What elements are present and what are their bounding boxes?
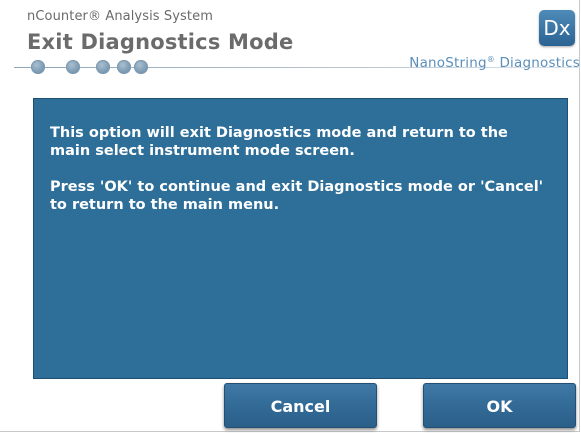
- cancel-button[interactable]: Cancel: [224, 383, 377, 428]
- progress-step-3: [96, 60, 110, 74]
- progress-step-5: [134, 60, 148, 74]
- brand-registered-mark: ®: [486, 55, 495, 64]
- brand-logo: NanoString® Diagnostics: [409, 55, 580, 71]
- progress-step-4: [117, 60, 131, 74]
- brand-suffix: Diagnostics: [494, 55, 580, 71]
- message-panel: This option will exit Diagnostics mode a…: [33, 98, 568, 379]
- message-paragraph-1: This option will exit Diagnostics mode a…: [50, 125, 508, 159]
- brand-name: NanoString: [409, 55, 487, 71]
- screen-title: Exit Diagnostics Mode: [27, 30, 294, 54]
- app-name: nCounter® Analysis System: [27, 9, 213, 24]
- ok-button[interactable]: OK: [423, 383, 576, 428]
- message-paragraph-2: Press 'OK' to continue and exit Diagnost…: [50, 179, 544, 213]
- progress-step-2: [66, 60, 80, 74]
- progress-step-1: [31, 60, 45, 74]
- dx-mode-badge: Dx: [539, 10, 575, 46]
